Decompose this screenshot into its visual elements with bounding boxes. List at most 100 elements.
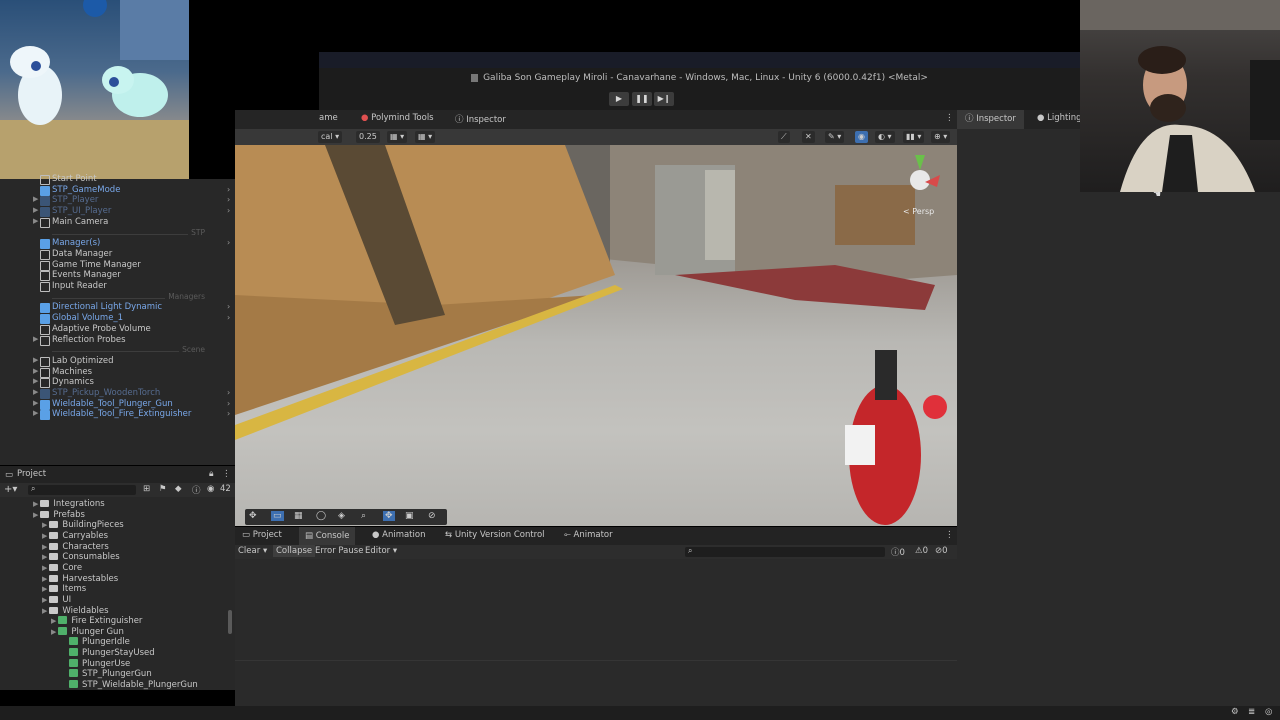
project-tree-item[interactable]: ▶ Characters bbox=[42, 542, 109, 553]
project-tree-item[interactable]: ▶ BuildingPieces bbox=[42, 520, 124, 531]
hierarchy-item[interactable]: Manager(s) › bbox=[0, 238, 235, 250]
expand-arrow-icon[interactable]: ▶ bbox=[33, 377, 38, 385]
tab-polymind-tools[interactable]: ● Polymind Tools bbox=[361, 113, 434, 123]
audio-toggle-icon[interactable]: ✎ ▾ bbox=[825, 131, 845, 143]
menu-icon[interactable]: ⋮ bbox=[222, 469, 231, 479]
project-tree-item[interactable]: ▶ Prefabs bbox=[33, 510, 85, 521]
expand-arrow-icon[interactable]: ▶ bbox=[51, 617, 56, 625]
tab-inspector[interactable]: ⓘ Inspector bbox=[957, 110, 1024, 129]
gizmos-icon[interactable]: ⊕ ▾ bbox=[931, 131, 951, 143]
expand-arrow-icon[interactable]: ▶ bbox=[33, 195, 38, 203]
editor-dropdown[interactable]: Editor ▾ bbox=[365, 546, 397, 556]
expand-arrow-icon[interactable]: ▶ bbox=[33, 217, 38, 225]
label-icon[interactable]: ◆ bbox=[175, 484, 182, 494]
project-tree-item[interactable]: STP_PlungerGun bbox=[60, 669, 152, 680]
grid-icon[interactable]: ▦ ▾ bbox=[415, 131, 436, 143]
transform-tool-icon[interactable]: ✥ bbox=[383, 511, 395, 521]
layers-tool-icon[interactable]: ◈ bbox=[338, 511, 345, 521]
expand-arrow-icon[interactable]: ▶ bbox=[33, 367, 38, 375]
chevron-right-icon[interactable]: › bbox=[227, 388, 230, 397]
visibility-icon[interactable]: ◉ bbox=[855, 131, 868, 143]
expand-arrow-icon[interactable]: ▶ bbox=[42, 543, 47, 551]
grid-snap-icon[interactable]: ▦ ▾ bbox=[387, 131, 408, 143]
project-tree-item[interactable]: ▶ Harvestables bbox=[42, 574, 118, 585]
expand-arrow-icon[interactable]: ▶ bbox=[42, 564, 47, 572]
scale-field[interactable]: 0.25 bbox=[356, 131, 380, 143]
lock-icon[interactable]: 🔒︎ bbox=[209, 469, 214, 479]
chevron-right-icon[interactable]: › bbox=[227, 313, 230, 322]
project-tree-item[interactable]: ▶ Carryables bbox=[42, 531, 108, 542]
project-tree-item[interactable]: ▶ Items bbox=[42, 584, 86, 595]
step-button[interactable]: ▶❙ bbox=[654, 92, 674, 106]
light-toggle-icon[interactable]: ✕ bbox=[802, 131, 815, 143]
project-search-input[interactable]: ⌕ bbox=[28, 484, 136, 495]
expand-arrow-icon[interactable]: ▶ bbox=[33, 356, 38, 364]
expand-arrow-icon[interactable]: ▶ bbox=[33, 511, 38, 519]
move-tool-icon[interactable]: ✥ bbox=[249, 511, 257, 521]
expand-arrow-icon[interactable]: ▶ bbox=[42, 575, 47, 583]
project-tab[interactable]: Project bbox=[17, 469, 46, 479]
expand-arrow-icon[interactable]: ▶ bbox=[42, 585, 47, 593]
expand-arrow-icon[interactable]: ▶ bbox=[42, 532, 47, 540]
console-log-area[interactable] bbox=[235, 559, 957, 706]
persp-label[interactable]: < Persp bbox=[903, 207, 934, 216]
shading-dropdown[interactable]: cal ▾ bbox=[318, 131, 343, 143]
project-tree-item[interactable]: ▶ Core bbox=[42, 563, 82, 574]
custom-tool-icon[interactable]: ▣ bbox=[405, 511, 414, 521]
project-tree-item[interactable]: PlungerStayUsed bbox=[60, 648, 155, 659]
clear-button[interactable]: Clear ▾ bbox=[238, 546, 267, 556]
rotate-tool-icon[interactable]: ◯ bbox=[316, 511, 326, 521]
expand-arrow-icon[interactable]: ▶ bbox=[42, 596, 47, 604]
expand-arrow-icon[interactable]: ▶ bbox=[42, 607, 47, 615]
filter-icon[interactable]: ⊞ bbox=[143, 484, 150, 494]
project-tree-item[interactable]: PlungerUse bbox=[60, 658, 130, 670]
hierarchy-item[interactable]: Events Manager bbox=[0, 270, 235, 282]
layers-icon[interactable]: ≣ bbox=[1248, 707, 1255, 717]
settings-tool-icon[interactable]: ⊘ bbox=[428, 511, 436, 521]
type-filter-icon[interactable]: ⚑ bbox=[159, 484, 167, 494]
project-tree-item[interactable]: STP_Wieldable_PlungerGun bbox=[60, 680, 198, 691]
expand-arrow-icon[interactable]: ▶ bbox=[33, 409, 38, 417]
chevron-right-icon[interactable]: › bbox=[227, 302, 230, 311]
network-icon[interactable]: ⚙ bbox=[1231, 707, 1239, 717]
expand-arrow-icon[interactable]: ▶ bbox=[33, 206, 38, 214]
search-tool-icon[interactable]: ⌕ bbox=[361, 511, 366, 521]
tab-lighting[interactable]: ● Lighting bbox=[1037, 113, 1081, 123]
tab-animation[interactable]: ● Animation bbox=[372, 530, 425, 540]
expand-arrow-icon[interactable]: ▶ bbox=[42, 553, 47, 561]
effects-icon[interactable]: ◐ ▾ bbox=[875, 131, 895, 143]
tab-animator[interactable]: ⟜ Animator bbox=[564, 530, 613, 540]
grid-tool-icon[interactable]: ▦ bbox=[294, 511, 303, 521]
project-tree-item[interactable]: ▶ Fire Extinguisher bbox=[51, 616, 142, 627]
console-menu-icon[interactable]: ⋮ bbox=[945, 530, 954, 540]
pause-button[interactable]: ❚❚ bbox=[632, 92, 652, 106]
tab-inspector-center[interactable]: ⓘ Inspector bbox=[455, 113, 506, 125]
camera-icon[interactable]: ▮▮ ▾ bbox=[903, 131, 925, 143]
warning-count[interactable]: ⚠0 bbox=[915, 546, 928, 556]
sync-icon[interactable]: ◎ bbox=[1265, 707, 1272, 717]
project-tree-item[interactable]: ▶ Wieldables bbox=[42, 606, 109, 617]
tab-project-bottom[interactable]: ▭ Project bbox=[242, 530, 282, 540]
project-scrollbar[interactable] bbox=[228, 610, 232, 634]
play-button[interactable]: ▶ bbox=[609, 92, 629, 106]
project-tree-item[interactable]: ▶ Plunger Gun bbox=[51, 626, 124, 638]
tab-game[interactable]: ame bbox=[319, 113, 338, 123]
project-tree-item[interactable]: ▶ Integrations bbox=[33, 499, 105, 510]
hierarchy-item[interactable]: ▶ Wieldable_Tool_Fire_Extinguisher › bbox=[0, 409, 235, 421]
info-filter-icon[interactable]: ⓘ bbox=[192, 484, 201, 496]
expand-arrow-icon[interactable]: ▶ bbox=[33, 335, 38, 343]
chevron-right-icon[interactable]: › bbox=[227, 206, 230, 215]
info-count[interactable]: ⓘ0 bbox=[891, 546, 905, 558]
chevron-right-icon[interactable]: › bbox=[227, 185, 230, 194]
console-search-input[interactable]: ⌕ bbox=[685, 546, 885, 557]
expand-arrow-icon[interactable]: ▶ bbox=[51, 628, 56, 636]
chevron-right-icon[interactable]: › bbox=[227, 195, 230, 204]
error-count[interactable]: ⊘0 bbox=[935, 546, 948, 556]
expand-arrow-icon[interactable]: ▶ bbox=[42, 521, 47, 529]
2d-toggle-icon[interactable]: ⟋ bbox=[778, 131, 790, 143]
chevron-right-icon[interactable]: › bbox=[227, 399, 230, 408]
project-tree-item[interactable]: ▶ Consumables bbox=[42, 552, 120, 563]
expand-arrow-icon[interactable]: ▶ bbox=[33, 399, 38, 407]
project-tree-item[interactable]: PlungerIdle bbox=[60, 637, 130, 648]
project-tree-item[interactable]: ▶ UI bbox=[42, 595, 71, 606]
